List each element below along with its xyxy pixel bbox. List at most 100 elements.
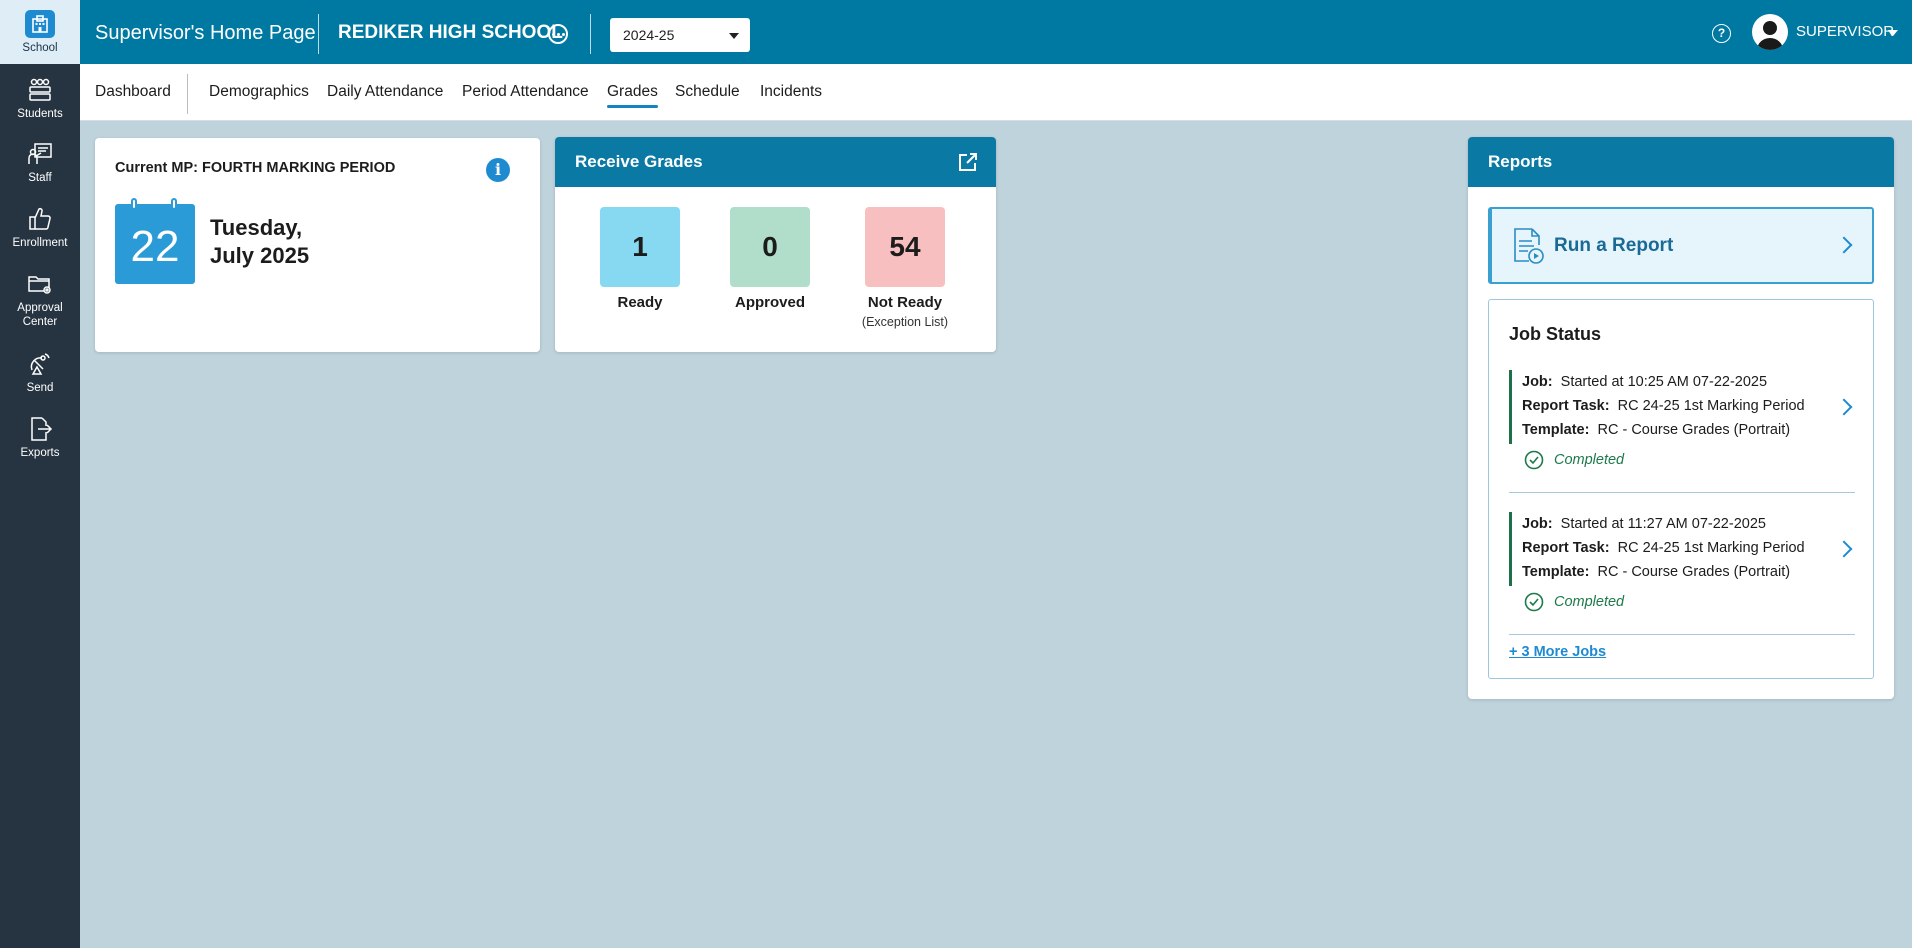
rail-label: Approval Center: [17, 302, 63, 328]
stat-box: 1: [600, 207, 680, 287]
stat-label: Ready: [617, 294, 663, 311]
reports-title: Reports: [1468, 137, 1894, 187]
marking-period-card: Current MP: FOURTH MARKING PERIOD i 22 T…: [95, 138, 540, 352]
reports-card: Reports Run a Report Job Status Job: Sta…: [1468, 137, 1894, 699]
calendar-ring: [131, 198, 137, 210]
chevron-down-icon: [729, 33, 739, 39]
staff-icon: [26, 140, 54, 168]
job-divider: [1509, 634, 1855, 635]
current-mp-label: Current MP: FOURTH MARKING PERIOD: [115, 160, 396, 176]
nav-divider: [187, 74, 188, 114]
month-year: July 2025: [210, 243, 310, 268]
students-icon: [26, 76, 54, 104]
rail-item-send[interactable]: Send: [0, 350, 80, 395]
stat-box: 0: [730, 207, 810, 287]
job-item[interactable]: Job: Started at 10:25 AM 07-22-2025 Repo…: [1509, 370, 1855, 470]
school-icon: [25, 10, 55, 38]
user-menu[interactable]: SUPERVISOR: [1796, 0, 1894, 64]
rail-label: Students: [17, 108, 63, 120]
rail-item-approval-center[interactable]: Approval Center: [0, 270, 80, 329]
task-line: Report Task: RC 24-25 1st Marking Period: [1522, 536, 1855, 560]
template-name: RC - Course Grades (Portrait): [1597, 422, 1791, 438]
tab-grades[interactable]: Grades: [607, 64, 658, 121]
receive-grades-header: Receive Grades: [555, 137, 996, 187]
chevron-down-icon[interactable]: [1888, 30, 1898, 36]
rail-label: Enrollment: [12, 237, 68, 249]
more-jobs-link[interactable]: + 3 More Jobs: [1509, 644, 1606, 660]
school-name[interactable]: REDIKER HIGH SCHOOL: [338, 0, 563, 64]
check-circle-icon: [1524, 450, 1544, 470]
stat-ready[interactable]: 1 Ready: [600, 207, 680, 311]
tab-period-attendance[interactable]: Period Attendance: [462, 64, 589, 121]
job-item[interactable]: Job: Started at 11:27 AM 07-22-2025 Repo…: [1509, 512, 1855, 612]
job-key: Job:: [1522, 374, 1553, 390]
rail-item-school[interactable]: School: [0, 0, 80, 64]
job-status-panel: Job Status Job: Started at 10:25 AM 07-2…: [1488, 299, 1874, 679]
stat-not-ready[interactable]: 54 Not Ready (Exception List): [850, 207, 960, 329]
task-key: Report Task:: [1522, 540, 1610, 556]
stat-box: 54: [865, 207, 945, 287]
chevron-right-icon: [1835, 236, 1853, 254]
dashboard-nav: Dashboard Demographics Daily Attendance …: [80, 64, 1912, 121]
school-year-select[interactable]: 2024-25: [610, 18, 750, 52]
school-year-value: 2024-25: [623, 27, 675, 43]
status-text: Completed: [1554, 452, 1625, 468]
page-title: Supervisor's Home Page: [95, 22, 316, 44]
more-options-icon[interactable]: [548, 24, 568, 44]
tab-incidents[interactable]: Incidents: [760, 64, 822, 121]
receive-grades-title: Receive Grades: [575, 152, 703, 171]
stat-label: Approved: [734, 294, 805, 311]
status-text: Completed: [1554, 594, 1625, 610]
template-line: Template: RC - Course Grades (Portrait): [1522, 418, 1855, 442]
job-status-title: Job Status: [1509, 324, 1602, 344]
header-divider: [590, 14, 591, 54]
current-date: Tuesday, July 2025: [210, 214, 309, 270]
info-icon[interactable]: i: [486, 158, 510, 182]
job-divider: [1509, 492, 1855, 493]
stat-approved[interactable]: 0 Approved: [730, 207, 810, 311]
rail-label: School: [22, 42, 58, 54]
report-task: RC 24-25 1st Marking Period: [1617, 398, 1805, 414]
help-icon[interactable]: ?: [1712, 24, 1731, 43]
job-started: Started at 11:27 AM 07-22-2025: [1560, 516, 1766, 532]
run-report-button[interactable]: Run a Report: [1488, 207, 1874, 284]
calendar-ring: [171, 198, 177, 210]
stat-label: Not Ready: [867, 294, 943, 311]
rail-label: Exports: [20, 447, 60, 459]
template-name: RC - Course Grades (Portrait): [1597, 564, 1791, 580]
report-document-icon: [1514, 228, 1544, 264]
rail-item-exports[interactable]: Exports: [0, 415, 80, 460]
header-divider: [318, 14, 319, 54]
calendar-day-number: 22: [130, 222, 180, 271]
template-key: Template:: [1522, 422, 1590, 438]
tab-dashboard[interactable]: Dashboard: [95, 64, 171, 121]
rail-label: Send: [26, 382, 54, 394]
tab-schedule[interactable]: Schedule: [675, 64, 740, 121]
rail-item-staff[interactable]: Staff: [0, 140, 80, 185]
external-link-icon[interactable]: [958, 152, 978, 172]
template-line: Template: RC - Course Grades (Portrait): [1522, 560, 1855, 584]
stat-sublabel: (Exception List): [861, 315, 949, 329]
rail-item-students[interactable]: Students: [0, 76, 80, 121]
run-report-label: Run a Report: [1554, 235, 1674, 256]
rail-item-enrollment[interactable]: Enrollment: [0, 205, 80, 250]
stat-value: 1: [632, 231, 648, 262]
job-status: Completed: [1524, 592, 1724, 612]
tab-daily-attendance[interactable]: Daily Attendance: [327, 64, 443, 121]
left-rail: School Students Staff Enrollment Approva…: [0, 0, 80, 948]
avatar[interactable]: [1752, 14, 1788, 50]
template-key: Template:: [1522, 564, 1590, 580]
job-line: Job: Started at 10:25 AM 07-22-2025: [1522, 370, 1855, 394]
calendar-day: 22: [115, 198, 195, 284]
stat-value: 0: [762, 231, 778, 262]
task-key: Report Task:: [1522, 398, 1610, 414]
job-started: Started at 10:25 AM 07-22-2025: [1560, 374, 1768, 390]
receive-grades-card: Receive Grades 1 Ready 0 Approved 54 Not…: [555, 137, 996, 352]
report-task: RC 24-25 1st Marking Period: [1617, 540, 1805, 556]
task-line: Report Task: RC 24-25 1st Marking Period: [1522, 394, 1855, 418]
job-line: Job: Started at 11:27 AM 07-22-2025: [1522, 512, 1855, 536]
job-status: Completed: [1524, 450, 1724, 470]
tab-demographics[interactable]: Demographics: [209, 64, 309, 121]
top-header: Supervisor's Home Page REDIKER HIGH SCHO…: [80, 0, 1912, 64]
export-file-icon: [26, 415, 54, 443]
